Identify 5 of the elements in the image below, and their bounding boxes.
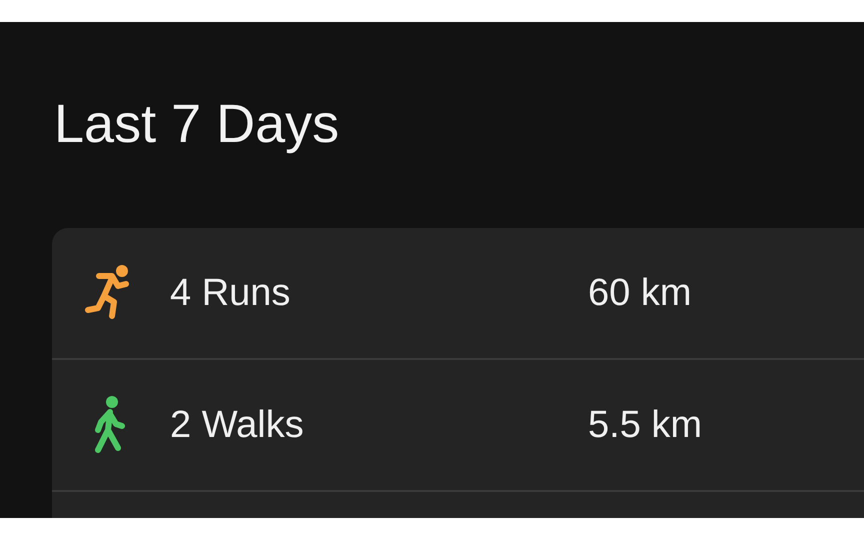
activity-distance: 60 km	[588, 272, 692, 314]
section-title: Last 7 Days	[54, 93, 340, 156]
activity-count: 4 Runs	[170, 272, 292, 314]
activity-count: 2 Walks	[170, 404, 305, 446]
activity-distance: 5.5 km	[588, 404, 702, 446]
